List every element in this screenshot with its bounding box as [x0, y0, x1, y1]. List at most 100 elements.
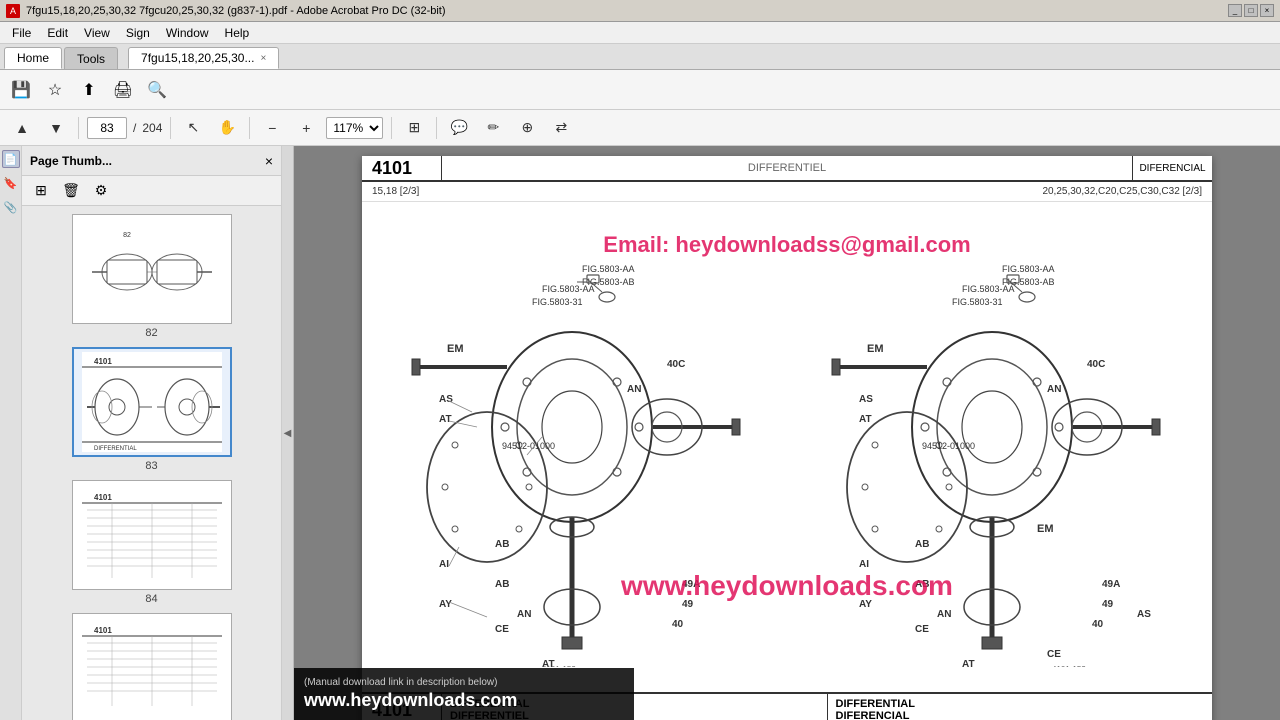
pen-button[interactable]: ✏ — [479, 115, 507, 141]
print-button[interactable]: 🖨 — [108, 76, 138, 104]
diagram-left-label: 15,18 [2/3] — [372, 186, 787, 197]
sidebar-collapse-handle[interactable]: ◀ — [282, 146, 294, 720]
page-total: 204 — [142, 121, 162, 135]
comment-button[interactable]: 💬 — [445, 115, 473, 141]
sidebar: Page Thumb... × ⊞ 🗑 ⚙ — [22, 146, 282, 720]
thumbnail-delete-button[interactable]: 🗑 — [58, 180, 84, 202]
tab-pdf[interactable]: 7fgu15,18,20,25,30... × — [128, 47, 279, 69]
bottom-download-banner: (Manual download link in description bel… — [294, 668, 634, 720]
maximize-btn[interactable]: □ — [1244, 4, 1258, 17]
menu-edit[interactable]: Edit — [39, 24, 76, 42]
zoom-select[interactable]: 117% 100% 75% 150% — [326, 117, 383, 139]
menu-sign[interactable]: Sign — [118, 24, 158, 42]
thumb-label-84: 84 — [145, 593, 157, 605]
svg-text:AI: AI — [859, 559, 869, 570]
svg-text:CE: CE — [1047, 649, 1061, 660]
share-button[interactable]: ⊕ — [513, 115, 541, 141]
minimize-btn[interactable]: _ — [1228, 4, 1242, 17]
upload-button[interactable]: ⬆ — [74, 76, 104, 104]
svg-text:AY: AY — [439, 599, 452, 610]
pdf-header: 4101 DIFFERENTIEL DIFERENCIAL — [362, 156, 1212, 182]
svg-text:FIG.5803-AA: FIG.5803-AA — [542, 284, 595, 294]
bookmark-button[interactable]: ☆ — [40, 76, 70, 104]
diagram-labels-row: 15,18 [2/3] 20,25,30,32,C20,C25,C30,C32 … — [362, 182, 1212, 202]
svg-text:49A: 49A — [1102, 579, 1120, 590]
svg-text:94512-01000: 94512-01000 — [922, 441, 975, 451]
window-controls: _ □ × — [1228, 4, 1274, 17]
search-button[interactable]: 🔍 — [142, 76, 172, 104]
left-icon-strip: 📄 🔖 📎 — [0, 146, 22, 720]
thumb-image-82: 82 — [72, 214, 232, 324]
main-area: 📄 🔖 📎 Page Thumb... × ⊞ 🗑 ⚙ — [0, 146, 1280, 720]
pdf-diagram-area: 15,18 [2/3] 20,25,30,32,C20,C25,C30,C32 … — [362, 182, 1212, 692]
right-diagram-svg: EM FIG.5803-AA FIG.5803-AB FIG.5803-AA F… — [807, 227, 1187, 667]
svg-text:FIG.5803-31: FIG.5803-31 — [532, 297, 583, 307]
pdf-footer-right: DIFFERENTIAL DIFERENCIAL — [827, 694, 1213, 720]
page-sep: / — [133, 121, 136, 135]
zoom-out-button[interactable]: − — [258, 115, 286, 141]
page-number-input[interactable] — [87, 117, 127, 139]
pdf-header-center: DIFFERENTIEL — [442, 162, 1132, 174]
svg-text:AY: AY — [859, 599, 872, 610]
thumbnail-84[interactable]: 4101 — [72, 480, 232, 605]
close-btn[interactable]: × — [1260, 4, 1274, 17]
svg-text:4101: 4101 — [94, 493, 112, 502]
menu-window[interactable]: Window — [158, 24, 217, 42]
titlebar: A 7fgu15,18,20,25,30,32 7fgcu20,25,30,32… — [0, 0, 1280, 22]
svg-text:40C: 40C — [1087, 359, 1105, 370]
thumb-table-84: 4101 — [82, 488, 222, 583]
sidebar-header: Page Thumb... × — [22, 146, 281, 176]
sidebar-close-button[interactable]: × — [265, 153, 273, 169]
attachments-icon[interactable]: 📎 — [2, 198, 20, 216]
thumbnail-grid-button[interactable]: ⊞ — [28, 180, 54, 202]
tab-tools[interactable]: Tools — [64, 47, 118, 69]
svg-text:49A: 49A — [682, 579, 700, 590]
tabbar: Home Tools 7fgu15,18,20,25,30... × — [0, 44, 1280, 70]
left-diagram: EM FIG.5803-AA FIG.5803-AB FIG.5803-AA F… — [367, 202, 787, 692]
menu-file[interactable]: File — [4, 24, 39, 42]
svg-text:AN: AN — [1047, 384, 1061, 395]
zoom-in-button[interactable]: + — [292, 115, 320, 141]
svg-text:AT: AT — [859, 414, 872, 425]
next-page-button[interactable]: ▼ — [42, 115, 70, 141]
svg-text:40: 40 — [1092, 619, 1104, 630]
page-tools-button[interactable]: ⊞ — [400, 115, 428, 141]
pdf-tab-close[interactable]: × — [260, 53, 266, 64]
svg-text:FIG.5803-AA: FIG.5803-AA — [962, 284, 1015, 294]
cursor-tool-button[interactable]: ↖ — [179, 115, 207, 141]
thumb-label-82: 82 — [145, 327, 157, 339]
page-thumbnails-icon[interactable]: 📄 — [2, 150, 20, 168]
thumbnail-83[interactable]: 4101 D — [72, 347, 232, 472]
nav-sep-1 — [78, 117, 79, 139]
svg-text:FIG.5803-AA: FIG.5803-AA — [1002, 264, 1055, 274]
pdf-content-area[interactable]: 4101 DIFFERENTIEL DIFERENCIAL 15,18 [2/3… — [294, 146, 1280, 720]
left-diagram-svg: EM FIG.5803-AA FIG.5803-AB FIG.5803-AA F… — [387, 227, 767, 667]
menu-help[interactable]: Help — [217, 24, 258, 42]
tab-home[interactable]: Home — [4, 47, 62, 69]
footer-right-col1: DIFFERENTIAL — [836, 698, 1205, 710]
hand-tool-button[interactable]: ✋ — [213, 115, 241, 141]
thumbnail-82[interactable]: 82 82 — [72, 214, 232, 339]
svg-text:CE: CE — [495, 624, 509, 635]
banner-line1: (Manual download link in description bel… — [304, 677, 624, 688]
prev-page-button[interactable]: ▲ — [8, 115, 36, 141]
svg-text:EM: EM — [1037, 523, 1054, 535]
svg-text:CE: CE — [915, 624, 929, 635]
save-button[interactable]: 💾 — [6, 76, 36, 104]
sidebar-tools: ⊞ 🗑 ⚙ — [22, 176, 281, 206]
home-tools-nav: Home Tools — [4, 44, 120, 69]
menu-view[interactable]: View — [76, 24, 118, 42]
svg-text:40: 40 — [672, 619, 684, 630]
thumbnail-85[interactable]: 4101 85 — [72, 613, 232, 720]
svg-text:4101: 4101 — [94, 357, 112, 366]
diagram-right-label: 20,25,30,32,C20,C25,C30,C32 [2/3] — [787, 186, 1202, 197]
thumbnail-settings-button[interactable]: ⚙ — [88, 180, 114, 202]
pdf-header-right: DIFERENCIAL — [1132, 156, 1212, 180]
nav-sep-4 — [391, 117, 392, 139]
svg-text:AI: AI — [439, 559, 449, 570]
svg-text:AB: AB — [915, 539, 929, 550]
svg-text:AT: AT — [439, 414, 452, 425]
bookmarks-icon[interactable]: 🔖 — [2, 174, 20, 192]
svg-text:AS: AS — [859, 394, 873, 405]
nav-button[interactable]: ⇄ — [547, 115, 575, 141]
